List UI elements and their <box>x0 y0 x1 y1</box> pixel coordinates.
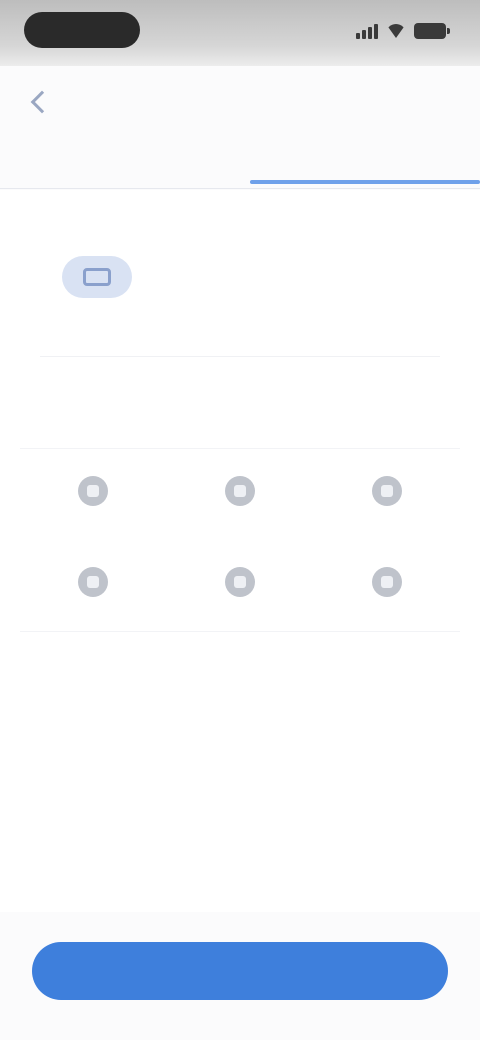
status-bar <box>0 0 480 66</box>
tab-second[interactable] <box>240 128 480 184</box>
status-time <box>24 12 140 48</box>
option-item[interactable] <box>313 540 460 631</box>
wifi-icon <box>386 24 406 38</box>
tabs-divider <box>0 188 480 189</box>
back-button[interactable] <box>22 82 62 122</box>
signal-icon <box>356 23 378 39</box>
device-icon <box>83 268 111 286</box>
device-badge <box>62 256 132 298</box>
option-icon <box>78 566 109 597</box>
option-icon <box>78 475 109 506</box>
section-divider <box>40 356 440 357</box>
option-icon <box>224 566 255 597</box>
status-icons <box>356 20 450 42</box>
option-icon <box>224 475 255 506</box>
option-item[interactable] <box>167 449 314 540</box>
chevron-left-icon <box>30 90 54 114</box>
option-icon <box>371 475 402 506</box>
battery-icon <box>414 23 450 39</box>
device-row <box>62 252 422 302</box>
option-item[interactable] <box>167 540 314 631</box>
tab-bar <box>0 128 480 184</box>
options-grid <box>20 448 460 632</box>
tab-first[interactable] <box>0 128 240 184</box>
option-item[interactable] <box>20 449 167 540</box>
option-icon <box>371 566 402 597</box>
confirm-button[interactable] <box>32 942 448 1000</box>
option-item[interactable] <box>313 449 460 540</box>
device-section <box>0 196 480 356</box>
option-item[interactable] <box>20 540 167 631</box>
